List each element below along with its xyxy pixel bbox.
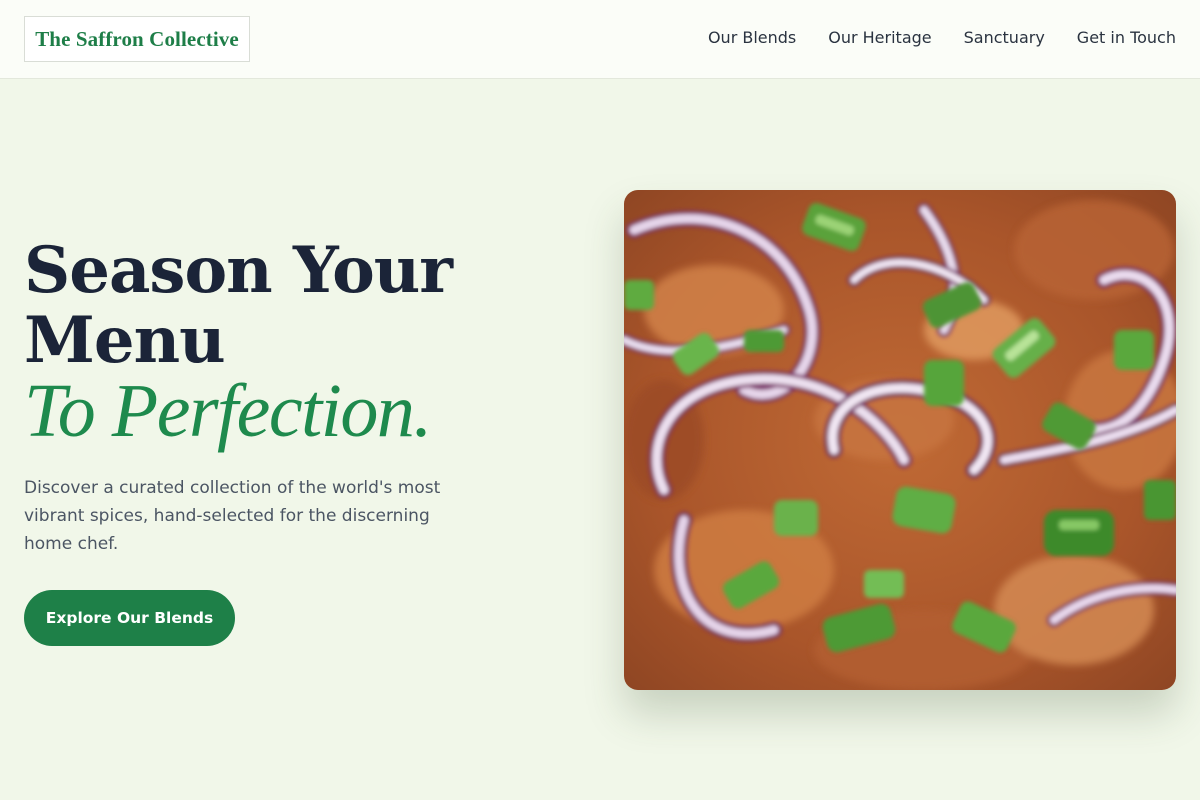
hero-headline-line-2: Menu: [24, 303, 226, 378]
hero-headline-line-1: Season Your: [24, 233, 453, 308]
hero-headline-accent: To Perfection.: [24, 369, 432, 453]
main-nav: Our Blends Our Heritage Sanctuary Get in…: [708, 28, 1176, 48]
explore-blends-button[interactable]: Explore Our Blends: [24, 590, 235, 646]
hero-description: Discover a curated collection of the wor…: [24, 478, 441, 554]
hero-food-image: [624, 190, 1176, 690]
nav-link-our-heritage[interactable]: Our Heritage: [828, 28, 931, 48]
nav-link-our-blends[interactable]: Our Blends: [708, 28, 796, 48]
brand-logo[interactable]: The Saffron Collective: [24, 16, 250, 62]
hero-headline: Season Your Menu To Perfection.: [24, 233, 564, 453]
nav-link-get-in-touch[interactable]: Get in Touch: [1077, 28, 1176, 48]
site-header: The Saffron Collective Our Blends Our He…: [0, 0, 1200, 79]
nav-link-sanctuary[interactable]: Sanctuary: [964, 28, 1045, 48]
